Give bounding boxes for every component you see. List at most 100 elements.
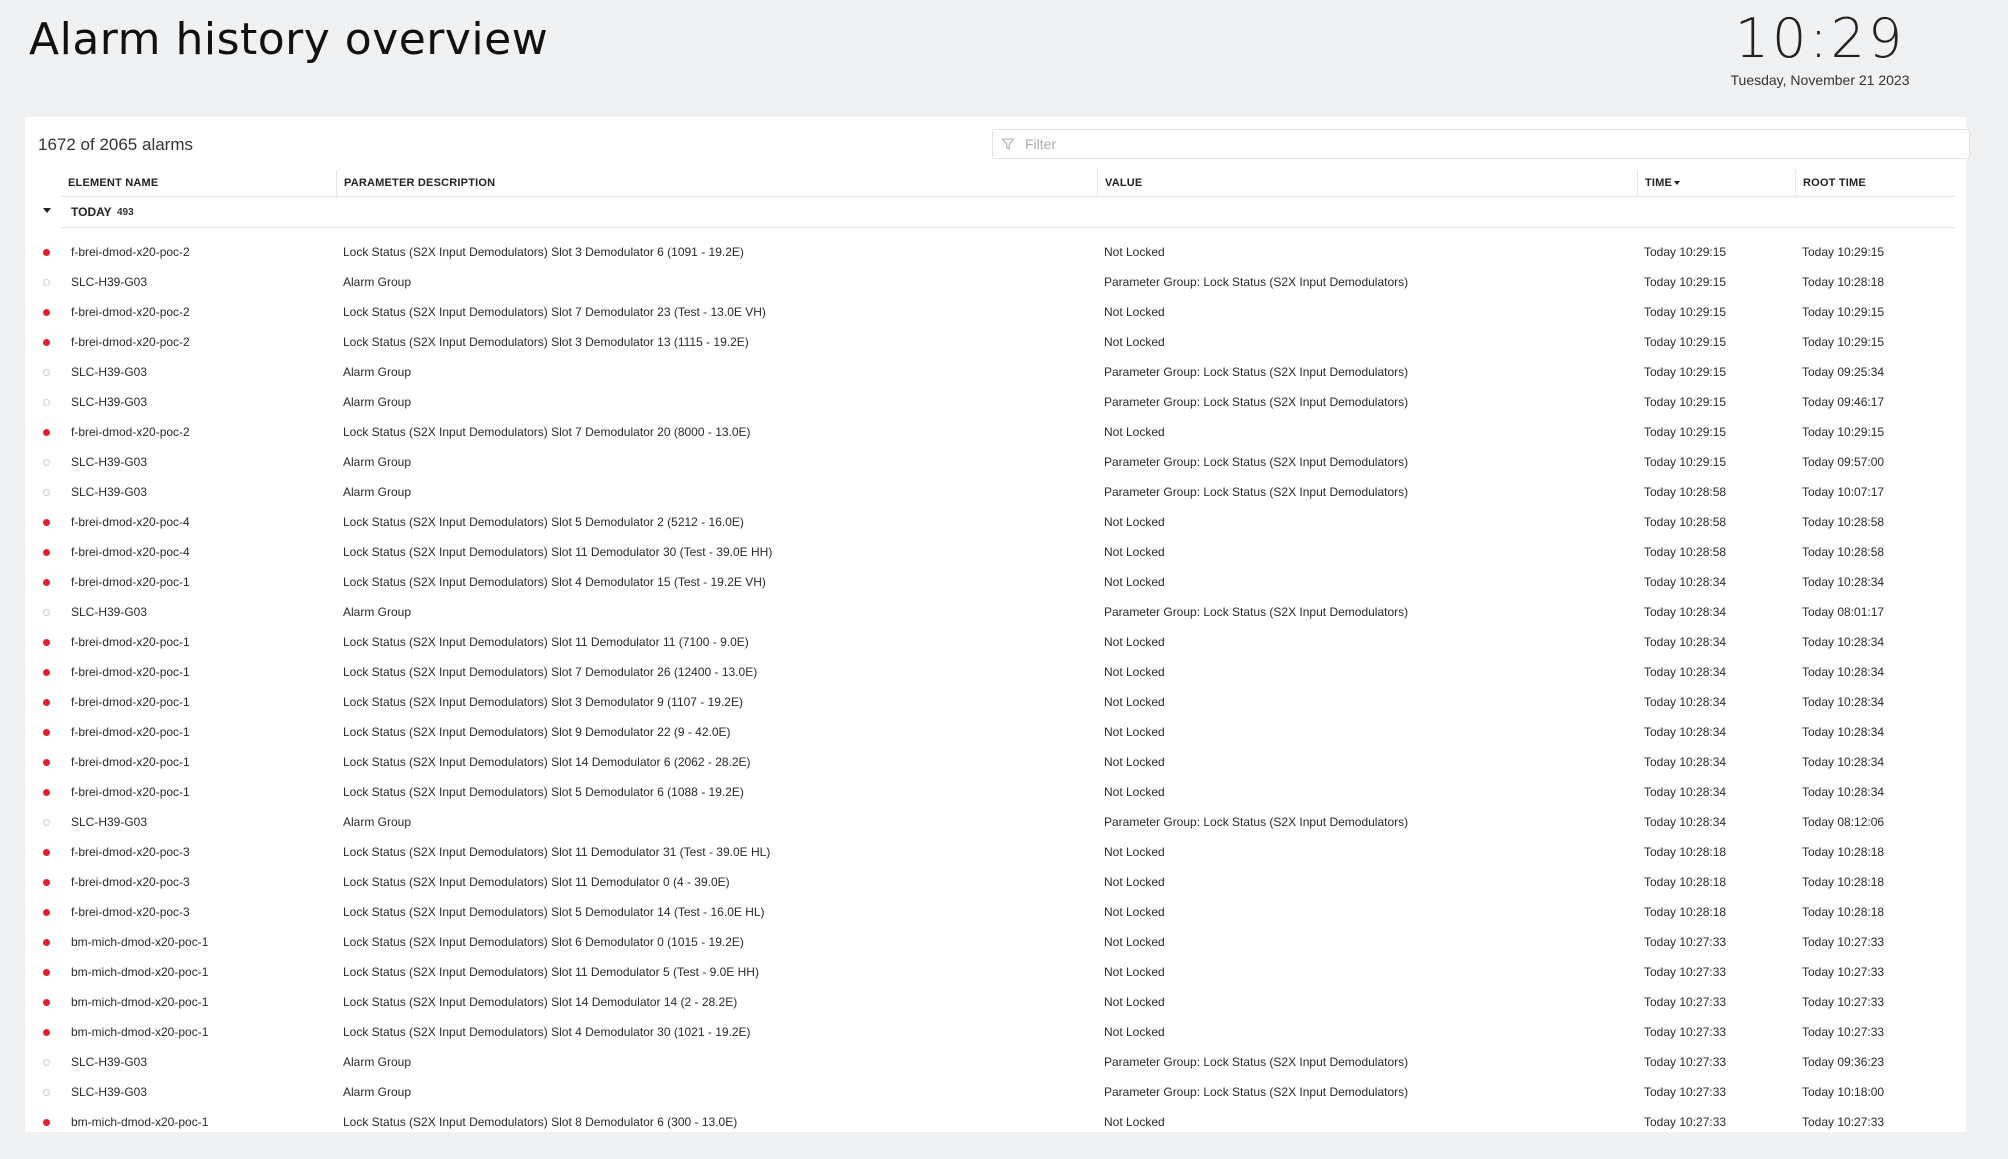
collapse-caret-icon[interactable] — [43, 208, 51, 213]
table-row[interactable]: f-brei-dmod-x20-poc-1 Lock Status (S2X In… — [25, 777, 1966, 807]
cell-value: Not Locked — [1104, 785, 1165, 799]
column-header-root-time[interactable]: ROOT TIME — [1795, 170, 1955, 196]
cell-element-name: SLC-H39-G03 — [71, 275, 148, 289]
cell-parameter-description: Lock Status (S2X Input Demodulators) Slo… — [343, 725, 731, 739]
cell-element-name: bm-mich-dmod-x20-poc-1 — [71, 965, 209, 979]
table-row[interactable]: SLC-H39-G03 Alarm Group Parameter Group: L… — [25, 267, 1966, 297]
column-header-value[interactable]: VALUE — [1097, 170, 1637, 196]
cell-value: Not Locked — [1104, 1025, 1165, 1039]
cell-value: Not Locked — [1104, 695, 1165, 709]
cell-time: Today 10:28:58 — [1644, 485, 1727, 499]
cell-parameter-description: Alarm Group — [343, 485, 412, 499]
table-row[interactable]: f-brei-dmod-x20-poc-3 Lock Status (S2X In… — [25, 897, 1966, 927]
table-row[interactable]: bm-mich-dmod-x20-poc-1 Lock Status (S2X I… — [25, 957, 1966, 987]
cell-element-name: SLC-H39-G03 — [71, 395, 148, 409]
cell-value: Not Locked — [1104, 305, 1165, 319]
inactive-alarm-dot-icon — [43, 1089, 50, 1096]
column-header-parameter-description[interactable]: PARAMETER DESCRIPTION — [336, 170, 1097, 196]
cell-parameter-description: Lock Status (S2X Input Demodulators) Slo… — [343, 575, 766, 589]
cell-time: Today 10:28:34 — [1644, 635, 1727, 649]
table-row[interactable]: SLC-H39-G03 Alarm Group Parameter Group: L… — [25, 477, 1966, 507]
active-alarm-dot-icon — [43, 639, 50, 646]
table-row[interactable]: f-brei-dmod-x20-poc-4 Lock Status (S2X In… — [25, 507, 1966, 537]
active-alarm-dot-icon — [43, 309, 50, 316]
cell-element-name: f-brei-dmod-x20-poc-1 — [71, 575, 190, 589]
table-row[interactable]: SLC-H39-G03 Alarm Group Parameter Group: L… — [25, 1047, 1966, 1077]
inactive-alarm-dot-icon — [43, 399, 50, 406]
cell-element-name: f-brei-dmod-x20-poc-1 — [71, 725, 190, 739]
cell-time: Today 10:29:15 — [1644, 275, 1727, 289]
table-row[interactable]: SLC-H39-G03 Alarm Group Parameter Group: L… — [25, 597, 1966, 627]
cell-parameter-description: Lock Status (S2X Input Demodulators) Slo… — [343, 875, 730, 889]
table-row[interactable]: f-brei-dmod-x20-poc-1 Lock Status (S2X In… — [25, 627, 1966, 657]
cell-root-time: Today 10:29:15 — [1802, 335, 1885, 349]
table-row[interactable]: bm-mich-dmod-x20-poc-1 Lock Status (S2X I… — [25, 1107, 1966, 1137]
table-row[interactable]: f-brei-dmod-x20-poc-3 Lock Status (S2X In… — [25, 837, 1966, 867]
table-row[interactable]: f-brei-dmod-x20-poc-2 Lock Status (S2X In… — [25, 327, 1966, 357]
cell-root-time: Today 09:25:34 — [1802, 365, 1885, 379]
table-row[interactable]: f-brei-dmod-x20-poc-1 Lock Status (S2X In… — [25, 567, 1966, 597]
cell-parameter-description: Lock Status (S2X Input Demodulators) Slo… — [343, 905, 765, 919]
cell-time: Today 10:28:34 — [1644, 575, 1727, 589]
column-header-label: PARAMETER DESCRIPTION — [344, 177, 496, 189]
table-row[interactable]: f-brei-dmod-x20-poc-2 Lock Status (S2X In… — [25, 417, 1966, 447]
cell-time: Today 10:29:15 — [1644, 425, 1727, 439]
cell-time: Today 10:27:33 — [1644, 965, 1727, 979]
table-row[interactable]: bm-mich-dmod-x20-poc-1 Lock Status (S2X I… — [25, 927, 1966, 957]
table-row[interactable]: f-brei-dmod-x20-poc-1 Lock Status (S2X In… — [25, 687, 1966, 717]
table-row[interactable]: f-brei-dmod-x20-poc-2 Lock Status (S2X In… — [25, 297, 1966, 327]
table-row[interactable]: f-brei-dmod-x20-poc-1 Lock Status (S2X In… — [25, 657, 1966, 687]
clock-time: 10:29 — [1734, 7, 1906, 70]
cell-parameter-description: Lock Status (S2X Input Demodulators) Slo… — [343, 545, 773, 559]
table-row[interactable]: bm-mich-dmod-x20-poc-1 Lock Status (S2X I… — [25, 1017, 1966, 1047]
cell-root-time: Today 08:01:17 — [1802, 605, 1885, 619]
table-row[interactable]: SLC-H39-G03 Alarm Group Parameter Group: L… — [25, 447, 1966, 477]
cell-time: Today 10:28:18 — [1644, 875, 1727, 889]
cell-element-name: f-brei-dmod-x20-poc-4 — [71, 515, 190, 529]
cell-root-time: Today 10:27:33 — [1802, 1115, 1885, 1129]
cell-value: Parameter Group: Lock Status (S2X Input … — [1104, 815, 1409, 829]
cell-element-name: f-brei-dmod-x20-poc-1 — [71, 785, 190, 799]
cell-element-name: bm-mich-dmod-x20-poc-1 — [71, 1025, 209, 1039]
cell-parameter-description: Lock Status (S2X Input Demodulators) Slo… — [343, 785, 744, 799]
cell-value: Not Locked — [1104, 515, 1165, 529]
table-row[interactable]: SLC-H39-G03 Alarm Group Parameter Group: L… — [25, 807, 1966, 837]
filter-input[interactable] — [1023, 135, 1927, 153]
table-row[interactable]: f-brei-dmod-x20-poc-4 Lock Status (S2X In… — [25, 537, 1966, 567]
active-alarm-dot-icon — [43, 939, 50, 946]
cell-time: Today 10:27:33 — [1644, 995, 1727, 1009]
table-row[interactable]: SLC-H39-G03 Alarm Group Parameter Group: L… — [25, 357, 1966, 387]
column-header-time[interactable]: TIME — [1637, 170, 1795, 196]
table-row[interactable]: f-brei-dmod-x20-poc-2 Lock Status (S2X In… — [25, 237, 1966, 267]
clock: 10:29 Tuesday, November 21 2023 — [1700, 7, 1940, 89]
table-row[interactable]: SLC-H39-G03 Alarm Group Parameter Group: L… — [25, 1077, 1966, 1107]
table-row[interactable]: f-brei-dmod-x20-poc-1 Lock Status (S2X In… — [25, 717, 1966, 747]
table-row[interactable]: f-brei-dmod-x20-poc-1 Lock Status (S2X In… — [25, 747, 1966, 777]
table-header: ELEMENT NAME PARAMETER DESCRIPTION VALUE… — [25, 170, 1966, 196]
table-row[interactable]: f-brei-dmod-x20-poc-3 Lock Status (S2X In… — [25, 867, 1966, 897]
active-alarm-dot-icon — [43, 1119, 50, 1126]
active-alarm-dot-icon — [43, 339, 50, 346]
active-alarm-dot-icon — [43, 969, 50, 976]
group-header-today[interactable]: TODAY 493 — [25, 197, 1966, 227]
cell-element-name: f-brei-dmod-x20-poc-3 — [71, 905, 190, 919]
cell-parameter-description: Lock Status (S2X Input Demodulators) Slo… — [343, 935, 744, 949]
active-alarm-dot-icon — [43, 849, 50, 856]
cell-time: Today 10:29:15 — [1644, 335, 1727, 349]
alarm-rows: f-brei-dmod-x20-poc-2 Lock Status (S2X In… — [25, 237, 1966, 1137]
cell-time: Today 10:28:58 — [1644, 515, 1727, 529]
cell-root-time: Today 10:27:33 — [1802, 965, 1885, 979]
table-row[interactable]: bm-mich-dmod-x20-poc-1 Lock Status (S2X I… — [25, 987, 1966, 1017]
filter-box[interactable] — [992, 129, 1970, 159]
cell-element-name: SLC-H39-G03 — [71, 365, 148, 379]
cell-parameter-description: Lock Status (S2X Input Demodulators) Slo… — [343, 755, 751, 769]
cell-element-name: bm-mich-dmod-x20-poc-1 — [71, 995, 209, 1009]
cell-value: Not Locked — [1104, 425, 1165, 439]
active-alarm-dot-icon — [43, 519, 50, 526]
cell-root-time: Today 10:28:18 — [1802, 875, 1885, 889]
column-header-element-name[interactable]: ELEMENT NAME — [61, 170, 343, 196]
table-row[interactable]: SLC-H39-G03 Alarm Group Parameter Group: L… — [25, 387, 1966, 417]
cell-time: Today 10:27:33 — [1644, 1055, 1727, 1069]
cell-time: Today 10:28:34 — [1644, 785, 1727, 799]
cell-value: Parameter Group: Lock Status (S2X Input … — [1104, 485, 1409, 499]
